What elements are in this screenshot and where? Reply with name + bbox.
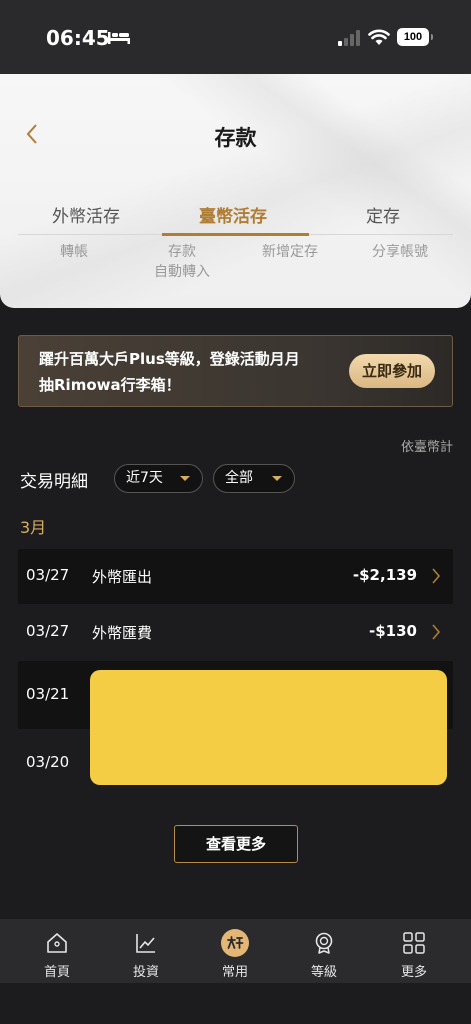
tx-description: 外幣匯費: [92, 624, 153, 642]
tab-foreign-currency[interactable]: 外幣活存: [52, 202, 120, 227]
view-more-button[interactable]: 查看更多: [174, 825, 298, 863]
nav-label: 常用: [221, 965, 248, 980]
tx-date: 03/20: [26, 753, 70, 771]
page-title: 存款: [214, 126, 257, 150]
table-row[interactable]: 03/27 外幣匯出 -$2,139: [18, 549, 453, 604]
home-indicator-area: [0, 983, 471, 1024]
nav-home[interactable]: 首頁: [17, 919, 97, 983]
signal-icon: [338, 30, 360, 46]
promo-text: 躍升百萬大戶Plus等級，登錄活動月月 抽Rimowa行李箱！: [39, 346, 354, 398]
tx-date: 03/27: [26, 622, 70, 640]
nav-invest[interactable]: 投資: [106, 919, 186, 983]
tab-twd-savings[interactable]: 臺幣活存: [199, 202, 267, 227]
status-bar: 06:45 100: [0, 0, 471, 74]
tab-time-deposit[interactable]: 定存: [366, 202, 400, 227]
promo-banner[interactable]: 躍升百萬大戶Plus等級，登錄活動月月 抽Rimowa行李箱！ 立即參加: [18, 335, 453, 407]
tx-amount: -$130: [369, 622, 417, 640]
redaction-overlay: [90, 670, 447, 785]
type-filter-value: 全部: [225, 470, 253, 486]
sub-tab-auto-deposit[interactable]: 存款 自動轉入: [142, 242, 222, 282]
tx-amount: -$2,139: [352, 566, 417, 584]
chevron-right-icon: [432, 568, 441, 584]
tx-date: 03/27: [26, 566, 70, 584]
nav-label: 投資: [132, 965, 159, 980]
bottom-nav: 首頁 投資 常用 等級 更多: [0, 919, 471, 983]
join-now-button[interactable]: 立即參加: [349, 354, 435, 388]
battery-indicator: 100: [397, 28, 433, 46]
transactions-title: 交易明細: [20, 472, 88, 492]
promo-line-2: 抽Rimowa行李箱！: [39, 376, 181, 394]
tx-description: 外幣匯出: [92, 568, 153, 586]
type-filter-dropdown[interactable]: 全部: [213, 464, 295, 493]
sub-tab-new-time-deposit[interactable]: 新增定存: [250, 242, 330, 262]
medal-icon: [315, 932, 333, 954]
currency-note: 依臺幣計: [400, 440, 453, 455]
tab-active-indicator: [162, 233, 309, 236]
chevron-down-icon: [272, 476, 282, 481]
nav-label: 等級: [310, 965, 337, 980]
tx-date: 03/21: [26, 685, 70, 703]
nav-more[interactable]: 更多: [374, 919, 454, 983]
grid-icon: [403, 932, 425, 954]
sub-tab-transfer[interactable]: 轉帳: [44, 242, 104, 262]
nav-label: 更多: [400, 965, 427, 980]
nav-label: 首頁: [43, 965, 70, 980]
header-card: 存款 外幣活存 臺幣活存 定存 轉帳 存款 自動轉入 新增定存 分享帳號: [0, 74, 471, 308]
nav-level[interactable]: 等級: [284, 919, 364, 983]
favorites-icon: [221, 929, 249, 957]
home-icon: [47, 933, 67, 953]
period-filter-value: 近7天: [126, 470, 163, 486]
month-label: 3月: [20, 518, 47, 537]
period-filter-dropdown[interactable]: 近7天: [114, 464, 203, 493]
nav-favorites[interactable]: 常用: [195, 919, 275, 983]
chevron-right-icon: [432, 624, 441, 640]
bed-icon: [108, 32, 130, 44]
wifi-icon: [368, 29, 390, 45]
table-row[interactable]: 03/27 外幣匯費 -$130: [18, 605, 453, 660]
sub-tab-share-account[interactable]: 分享帳號: [360, 242, 440, 262]
chart-icon: [136, 934, 155, 953]
chevron-down-icon: [180, 476, 190, 481]
status-time: 06:45: [46, 26, 110, 50]
promo-line-1: 躍升百萬大戶Plus等級，登錄活動月月: [39, 350, 300, 368]
